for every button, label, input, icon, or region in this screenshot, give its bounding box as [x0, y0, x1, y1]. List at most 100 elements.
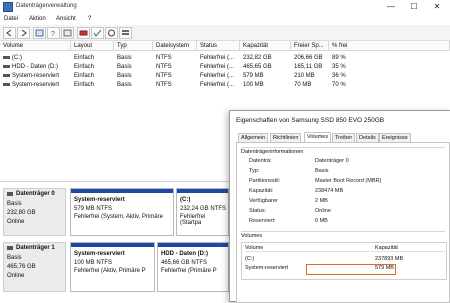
view-icon[interactable] — [119, 27, 132, 39]
col-kapazitaet[interactable]: Kapazität — [240, 41, 291, 51]
partition-bar — [158, 243, 228, 247]
vol-name: System-reserviert — [245, 265, 289, 271]
cell: 100 MB — [243, 82, 264, 88]
menu-help[interactable]: ? — [88, 16, 91, 22]
cell: Fehlerfrei (... — [200, 55, 235, 61]
field-label: Partitionsstil: — [249, 178, 281, 184]
cell: Einfach — [74, 73, 95, 79]
section-volumes: Volumes — [241, 231, 445, 239]
disk-0-info[interactable]: Datenträger 0 Basis 232,80 GB Online — [3, 188, 66, 236]
menu-bar: Datei Aktion Ansicht ? — [0, 13, 450, 25]
table-row[interactable]: HDD - Daten (D:) Einfach Basis NTFS Fehl… — [0, 63, 450, 71]
field-label: Verfügbarer — [249, 198, 278, 204]
cell: Basis — [117, 73, 132, 79]
cell: 206,66 GB — [294, 55, 323, 61]
close-button[interactable]: ✕ — [426, 0, 448, 13]
help-icon[interactable]: ? — [47, 27, 60, 39]
disk-status: Online — [7, 273, 25, 279]
partition-size: 232,24 GB NTFS — [180, 206, 227, 212]
cell: Einfach — [74, 55, 95, 61]
rescan-icon[interactable] — [105, 27, 118, 39]
cell: 70 % — [332, 82, 346, 88]
disk-name: Datenträger 0 — [16, 191, 55, 197]
vol-col-kapazitaet[interactable]: Kapazität — [375, 245, 398, 251]
partition-status: Fehlerfrei (Startpa — [180, 214, 206, 226]
partition-title: (C:) — [180, 197, 191, 203]
col-layout[interactable]: Layout — [71, 41, 114, 51]
cell: NTFS — [156, 64, 172, 70]
cell: 89 % — [332, 55, 346, 61]
volume-icon — [3, 64, 10, 68]
disk-icon — [7, 192, 13, 196]
back-icon[interactable] — [3, 27, 16, 39]
col-dateisystem[interactable]: Dateisystem — [153, 41, 197, 51]
highlight-box — [306, 264, 396, 275]
cell: 35 % — [332, 64, 346, 70]
volume-icon — [3, 73, 10, 77]
col-volume[interactable]: Volume — [0, 41, 71, 51]
partition-size: 579 MB NTFS — [74, 206, 113, 212]
disk-name: Datenträger 1 — [16, 245, 55, 251]
vol-name: (C:) — [245, 256, 255, 262]
cell: NTFS — [156, 82, 172, 88]
minimize-button[interactable]: — — [380, 0, 402, 13]
list-item[interactable]: (C:) 237893 MB — [245, 256, 445, 262]
menu-datei[interactable]: Datei — [4, 16, 18, 22]
partition-c[interactable]: (C:) 232,24 GB NTFS Fehlerfrei (Startpa — [176, 188, 229, 236]
dialog-title: Eigenschaften von Samsung SSD 850 EVO 25… — [236, 117, 385, 124]
vol-col-volume[interactable]: Volume — [245, 245, 263, 251]
field-label: Datenträ: — [249, 158, 272, 164]
volume-icon — [3, 82, 10, 86]
cell: Fehlerfrei (... — [200, 73, 235, 79]
col-freier-speicher[interactable]: Freier Sp... — [291, 41, 329, 51]
volume-name: System-reserviert — [12, 73, 60, 79]
disk-icon — [7, 246, 13, 250]
disk-type: Basis — [7, 201, 22, 207]
col-typ[interactable]: Typ — [114, 41, 153, 51]
disk-1-info[interactable]: Datenträger 1 Basis 465,76 GB Online — [3, 242, 66, 292]
svg-text:?: ? — [51, 31, 55, 38]
disk-icon[interactable] — [77, 27, 90, 39]
volumes-panel: Datenträgerinformationen Datenträ: Daten… — [236, 142, 450, 303]
cell: 36 % — [332, 73, 346, 79]
field-label: Reserviert: — [249, 218, 276, 224]
partition-d[interactable]: HDD - Daten (D:) 465,66 GB NTFS Fehlerfr… — [157, 242, 229, 292]
volumes-list-header: Volume Kapazität — [245, 245, 445, 252]
disk-type: Basis — [7, 255, 22, 261]
field-value: Basis — [315, 168, 329, 174]
cell: Basis — [117, 55, 132, 61]
table-row[interactable]: System-reserviert Einfach Basis NTFS Feh… — [0, 72, 450, 80]
menu-aktion[interactable]: Aktion — [29, 16, 46, 22]
table-row[interactable]: (C:) Einfach Basis NTFS Fehlerfrei (... … — [0, 54, 450, 62]
partition-system-reserved[interactable]: System-reserviert 579 MB NTFS Fehlerfrei… — [70, 188, 174, 236]
col-status[interactable]: Status — [197, 41, 240, 51]
cell: Basis — [117, 64, 132, 70]
partition-status: Fehlerfrei (System, Aktiv, Primäre — [74, 214, 163, 220]
cell: Einfach — [74, 64, 95, 70]
cell: Fehlerfrei (... — [200, 64, 235, 70]
partition-title: System-reserviert — [74, 251, 125, 257]
field-value: Online — [315, 208, 331, 214]
section-datentraegerinfo: Datenträgerinformationen — [241, 147, 445, 155]
partition-title: System-reserviert — [74, 197, 125, 203]
col-prozent-frei[interactable]: % frei — [329, 41, 450, 51]
partition-size: 465,66 GB NTFS — [161, 260, 208, 266]
maximize-button[interactable]: ☐ — [403, 0, 425, 13]
properties-icon[interactable] — [61, 27, 74, 39]
toolbar: ? — [0, 25, 450, 41]
cell: NTFS — [156, 55, 172, 61]
disk-size: 232,80 GB — [7, 210, 36, 216]
check-icon[interactable] — [91, 27, 104, 39]
vol-cap: 237893 MB — [375, 256, 404, 262]
console-icon[interactable] — [33, 27, 46, 39]
volume-name: System-reserviert — [12, 82, 60, 88]
table-row[interactable]: System-reserviert Einfach Basis NTFS Feh… — [0, 81, 450, 89]
partition-system-reserved-2[interactable]: System-reserviert 100 MB NTFS Fehlerfrei… — [70, 242, 155, 292]
forward-icon[interactable] — [17, 27, 30, 39]
cell: 165,11 GB — [294, 64, 323, 70]
partition-bar — [71, 189, 173, 193]
cell: 210 MB — [294, 73, 315, 79]
menu-ansicht[interactable]: Ansicht — [56, 16, 76, 22]
volume-name: (C:) — [12, 55, 22, 61]
cell: Einfach — [74, 82, 95, 88]
